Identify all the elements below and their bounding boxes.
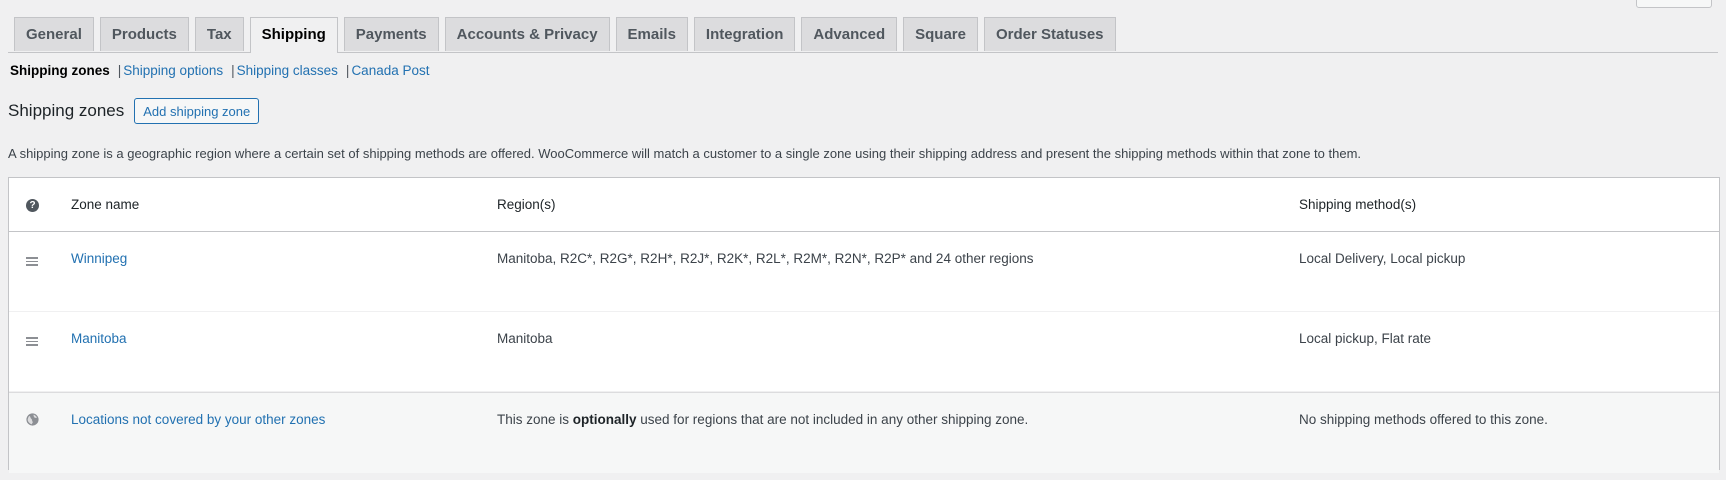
fallback-zone-methods: No shipping methods offered to this zone… xyxy=(1299,412,1548,427)
subnav-separator: | xyxy=(345,63,350,78)
subnav-separator: | xyxy=(231,63,235,78)
tab-tax[interactable]: Tax xyxy=(194,17,244,51)
help-tab-button[interactable] xyxy=(1636,0,1712,8)
tab-general[interactable]: General xyxy=(14,17,94,51)
zone-methods: Local Delivery, Local pickup xyxy=(1299,251,1466,266)
drag-handle-icon[interactable] xyxy=(26,332,42,346)
tab-emails[interactable]: Emails xyxy=(615,17,688,51)
table-row-fallback: Locations not covered by your other zone… xyxy=(9,392,1719,473)
tab-advanced[interactable]: Advanced xyxy=(801,17,898,51)
subnav-shipping-zones: Shipping zones xyxy=(10,63,110,78)
tab-shipping[interactable]: Shipping xyxy=(249,17,338,53)
shipping-subnav: Shipping zones | Shipping options | Ship… xyxy=(10,63,430,78)
subnav-shipping-options[interactable]: Shipping options xyxy=(123,63,223,78)
drag-handle-icon[interactable] xyxy=(26,252,42,266)
subnav-canada-post[interactable]: Canada Post xyxy=(351,63,429,78)
tab-integration[interactable]: Integration xyxy=(693,17,796,51)
zone-regions: Manitoba, R2C*, R2G*, R2H*, R2J*, R2K*, … xyxy=(497,251,1034,266)
zone-methods: Local pickup, Flat rate xyxy=(1299,331,1432,346)
table-row: Manitoba Manitoba Local pickup, Flat rat… xyxy=(9,312,1719,392)
page-heading: Shipping zones Add shipping zone xyxy=(8,98,260,124)
zone-regions: Manitoba xyxy=(497,331,553,346)
settings-tabs: General Products Tax Shipping Payments A… xyxy=(14,17,1116,53)
subnav-separator: | xyxy=(117,63,122,78)
tab-accounts-privacy[interactable]: Accounts & Privacy xyxy=(444,17,610,51)
add-shipping-zone-button[interactable]: Add shipping zone xyxy=(134,98,260,124)
zone-name-link[interactable]: Winnipeg xyxy=(71,251,127,266)
fallback-zone-link[interactable]: Locations not covered by your other zone… xyxy=(71,412,325,427)
tab-order-statuses[interactable]: Order Statuses xyxy=(983,17,1116,51)
table-row: Winnipeg Manitoba, R2C*, R2G*, R2H*, R2J… xyxy=(9,232,1719,312)
zone-name-link[interactable]: Manitoba xyxy=(71,331,127,346)
help-icon[interactable]: ? xyxy=(26,198,39,212)
tab-products[interactable]: Products xyxy=(99,17,189,51)
shipping-zones-table: ? Zone name Region(s) Shipping method(s)… xyxy=(8,177,1720,473)
page-title: Shipping zones xyxy=(8,101,125,120)
header-regions: Region(s) xyxy=(497,197,556,212)
header-zone-name: Zone name xyxy=(71,197,140,212)
globe-icon xyxy=(26,413,42,429)
subnav-shipping-classes[interactable]: Shipping classes xyxy=(237,63,338,78)
table-header: ? Zone name Region(s) Shipping method(s) xyxy=(9,178,1719,232)
page-description: A shipping zone is a geographic region w… xyxy=(8,146,1362,161)
tab-payments[interactable]: Payments xyxy=(343,17,439,51)
tab-square[interactable]: Square xyxy=(903,17,978,51)
fallback-zone-regions: This zone is optionally used for regions… xyxy=(497,412,1029,427)
header-shipping-methods: Shipping method(s) xyxy=(1299,197,1417,212)
header-icon-cell: ? xyxy=(26,178,42,231)
